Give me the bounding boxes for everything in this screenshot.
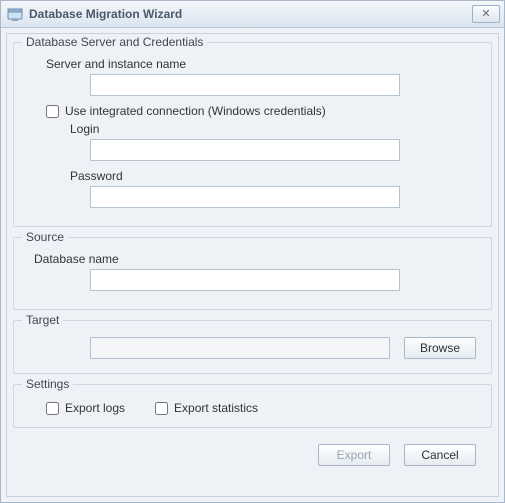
group-credentials: Database Server and Credentials Server a… <box>13 42 492 227</box>
group-settings-title: Settings <box>22 377 73 391</box>
group-settings: Settings Export logs Export statistics <box>13 384 492 428</box>
server-field: Server and instance name <box>22 57 483 96</box>
group-source: Source Database name <box>13 237 492 310</box>
close-button[interactable]: ✕ <box>472 5 500 23</box>
login-field: Login <box>22 122 483 161</box>
integrated-checkbox[interactable] <box>46 105 59 118</box>
group-target: Target Browse <box>13 320 492 374</box>
server-input[interactable] <box>90 74 400 96</box>
integrated-check-row: Use integrated connection (Windows crede… <box>46 104 483 118</box>
password-input[interactable] <box>90 186 400 208</box>
target-path-input[interactable] <box>90 337 390 359</box>
dbname-field: Database name <box>22 252 483 291</box>
app-icon <box>7 6 23 22</box>
cancel-button[interactable]: Cancel <box>404 444 476 466</box>
dialog-buttons: Export Cancel <box>11 434 494 466</box>
title-left: Database Migration Wizard <box>7 6 182 22</box>
password-field: Password <box>22 169 483 208</box>
window-title: Database Migration Wizard <box>29 7 182 21</box>
login-label: Login <box>70 122 483 136</box>
export-logs-checkbox[interactable] <box>46 402 59 415</box>
export-logs-row: Export logs <box>46 401 125 415</box>
browse-button[interactable]: Browse <box>404 337 476 359</box>
group-credentials-title: Database Server and Credentials <box>22 35 207 49</box>
title-bar: Database Migration Wizard ✕ <box>1 1 504 28</box>
server-label: Server and instance name <box>46 57 483 71</box>
window-frame: Database Migration Wizard ✕ Database Ser… <box>0 0 505 503</box>
content-panel: Database Server and Credentials Server a… <box>6 33 499 497</box>
export-stats-label: Export statistics <box>174 401 258 415</box>
group-source-title: Source <box>22 230 68 244</box>
export-button[interactable]: Export <box>318 444 390 466</box>
password-label: Password <box>70 169 483 183</box>
export-logs-label: Export logs <box>65 401 125 415</box>
group-target-title: Target <box>22 313 63 327</box>
window-body: Database Server and Credentials Server a… <box>1 28 504 502</box>
settings-checks: Export logs Export statistics <box>46 401 483 415</box>
export-stats-checkbox[interactable] <box>155 402 168 415</box>
close-icon: ✕ <box>481 9 490 20</box>
export-stats-row: Export statistics <box>155 401 258 415</box>
target-row: Browse <box>90 337 483 359</box>
login-input[interactable] <box>90 139 400 161</box>
dbname-label: Database name <box>34 252 483 266</box>
integrated-label: Use integrated connection (Windows crede… <box>65 104 326 118</box>
dbname-input[interactable] <box>90 269 400 291</box>
